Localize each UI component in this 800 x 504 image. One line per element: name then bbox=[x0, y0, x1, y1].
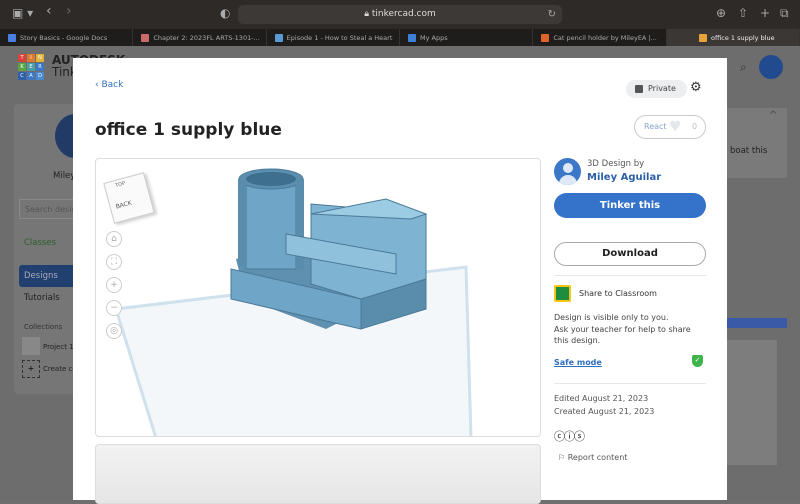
safe-mode-link[interactable]: Safe mode bbox=[554, 358, 602, 367]
page-title: office 1 supply blue bbox=[95, 120, 282, 140]
back-nav-icon[interactable]: ‹ bbox=[46, 3, 52, 19]
background-card-thumb bbox=[727, 340, 777, 465]
forward-nav-icon[interactable]: › bbox=[66, 3, 72, 19]
search-designs-input[interactable]: Search designs bbox=[19, 199, 79, 219]
favicon-icon bbox=[407, 33, 416, 42]
share-to-classroom[interactable]: Share to Classroom bbox=[579, 289, 657, 298]
favicon-icon bbox=[8, 33, 16, 42]
favicon-icon bbox=[274, 33, 283, 42]
logo-letter: R bbox=[36, 63, 44, 71]
chevron-up-icon[interactable]: ^ bbox=[769, 110, 777, 121]
new-tab-icon[interactable]: + bbox=[760, 6, 770, 20]
nav-designs[interactable]: Designs bbox=[19, 265, 79, 287]
privacy-shield-icon[interactable]: ◐ bbox=[220, 6, 230, 20]
nav-classes[interactable]: Classes bbox=[24, 238, 56, 248]
favicon-icon bbox=[141, 33, 150, 42]
address-bar[interactable]: 🔒︎ tinkercad.com ↻ bbox=[238, 5, 562, 24]
browser-toolbar: ▣ ▾ ‹ › ◐ 🔒︎ tinkercad.com ↻ ⊕ ⇧ + ⧉ bbox=[0, 0, 800, 29]
shield-check-icon: ✓ bbox=[692, 355, 703, 367]
secondary-viewer bbox=[95, 444, 541, 504]
privacy-badge[interactable]: Private bbox=[626, 80, 687, 98]
design-modal: ‹ Back Private ⚙ React ♥ 0 office 1 supply… bbox=[73, 58, 727, 504]
browser-tab[interactable]: Episode 1 - How to Steal a Heart bbox=[267, 29, 400, 46]
logo-letter: I bbox=[27, 54, 35, 62]
favicon-icon bbox=[541, 33, 550, 42]
zoom-in-icon[interactable]: + bbox=[106, 277, 122, 293]
lock-icon bbox=[635, 85, 643, 93]
zoom-out-icon[interactable]: − bbox=[106, 300, 122, 316]
heart-icon: ♥ bbox=[669, 119, 682, 135]
background-link-badge bbox=[727, 318, 787, 328]
browser-tab[interactable]: office 1 supply blue bbox=[666, 29, 800, 46]
browser-tab[interactable]: Chapter 2: 2023FL ARTS-1301-... bbox=[133, 29, 267, 46]
dates: Edited August 21, 2023 Created August 21,… bbox=[554, 394, 655, 416]
logo-letter: T bbox=[18, 54, 26, 62]
tinker-this-button[interactable]: Tinker this bbox=[554, 193, 706, 218]
home-view-icon[interactable]: ⌂ bbox=[106, 231, 122, 247]
reload-icon[interactable]: ↻ bbox=[548, 5, 556, 24]
favicon-icon bbox=[698, 33, 707, 42]
browser-tab[interactable]: My Apps bbox=[400, 29, 534, 46]
background-card: boat this ^ bbox=[727, 108, 787, 178]
collections-heading: Collections bbox=[24, 323, 63, 331]
logo-letter: K bbox=[18, 63, 26, 71]
download-button[interactable]: Download bbox=[554, 242, 706, 266]
create-collection-plus-icon[interactable]: + bbox=[22, 360, 40, 378]
author-prefix: 3D Design by bbox=[587, 159, 645, 169]
download-icon[interactable]: ⊕ bbox=[716, 6, 726, 20]
author-avatar[interactable] bbox=[554, 158, 581, 185]
collection-thumb bbox=[22, 337, 40, 355]
nav-tutorials[interactable]: Tutorials bbox=[24, 293, 60, 303]
3d-viewer[interactable]: TOP BACK ⌂ ⛶ + − ◎ bbox=[95, 158, 541, 437]
lock-icon: 🔒︎ bbox=[364, 9, 372, 19]
divider bbox=[554, 383, 706, 384]
search-icon[interactable]: ⌕ bbox=[740, 60, 747, 75]
flag-icon: ⚐ bbox=[558, 453, 568, 462]
browser-tab[interactable]: Story Basics - Google Docs bbox=[0, 29, 134, 46]
gear-icon[interactable]: ⚙ bbox=[690, 80, 702, 95]
logo-letter: A bbox=[27, 72, 35, 80]
logo-letter: N bbox=[36, 54, 44, 62]
logo-letter: C bbox=[18, 72, 26, 80]
back-link[interactable]: ‹ Back bbox=[95, 80, 123, 90]
collection-item[interactable]: Project 1 bbox=[43, 343, 74, 351]
tinkercad-logo[interactable]: TIN KER CAD bbox=[18, 54, 44, 80]
sidebar-toggle-icon[interactable]: ▣ ▾ bbox=[12, 6, 33, 20]
fit-view-icon[interactable]: ⛶ bbox=[106, 254, 122, 270]
divider bbox=[554, 275, 706, 276]
logo-letter: D bbox=[36, 72, 44, 80]
model-render bbox=[114, 168, 473, 436]
report-content-link[interactable]: ⚐ Report content bbox=[558, 453, 627, 462]
tab-bar: Story Basics - Google Docs Chapter 2: 202… bbox=[0, 29, 800, 46]
browser-tab[interactable]: Cat pencil holder by MileyEA |... bbox=[533, 29, 667, 46]
logo-letter: E bbox=[27, 63, 35, 71]
tab-overview-icon[interactable]: ⧉ bbox=[780, 6, 789, 21]
user-name: Miley bbox=[53, 171, 76, 181]
visibility-note: Design is visible only to you. Ask your t… bbox=[554, 313, 691, 345]
share-icon[interactable]: ⇧ bbox=[738, 6, 748, 20]
react-button[interactable]: React ♥ 0 bbox=[634, 115, 706, 139]
author-link[interactable]: Miley Aguilar bbox=[587, 172, 661, 183]
creative-commons-icons[interactable]: ⓒⓘⓢ bbox=[554, 428, 585, 444]
google-classroom-icon[interactable] bbox=[554, 285, 571, 302]
account-avatar[interactable] bbox=[759, 55, 783, 79]
perspective-icon[interactable]: ◎ bbox=[106, 323, 122, 339]
